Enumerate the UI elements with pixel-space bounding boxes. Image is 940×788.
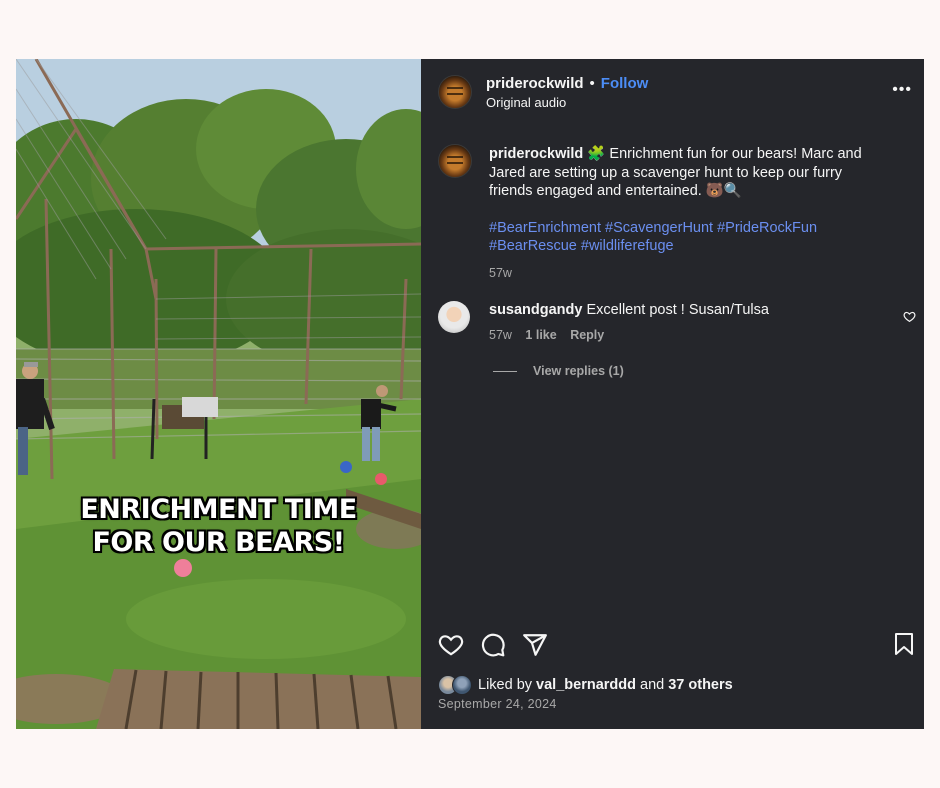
- caption-body: priderockwild 🧩 Enrichment fun for our b…: [489, 145, 884, 201]
- post-date[interactable]: September 24, 2024: [438, 697, 557, 711]
- reply-button[interactable]: Reply: [570, 328, 604, 342]
- view-replies-button[interactable]: View replies (1): [493, 364, 624, 378]
- caption-timestamp: 57w: [489, 265, 512, 280]
- comment-timestamp: 57w: [489, 328, 512, 342]
- follow-button[interactable]: Follow: [601, 75, 649, 92]
- bookmark-icon[interactable]: [893, 632, 915, 656]
- comment-meta: 57w 1 like Reply: [489, 328, 889, 342]
- post-header: priderockwild • Follow: [486, 75, 648, 92]
- comment-text: Excellent post ! Susan/Tulsa: [586, 302, 769, 318]
- likes-summary: Liked by val_bernarddd and 37 others: [438, 675, 733, 695]
- audio-link[interactable]: Original audio: [486, 95, 566, 110]
- commenter-avatar[interactable]: [438, 301, 470, 333]
- heart-icon[interactable]: [438, 632, 464, 658]
- comment-icon[interactable]: [480, 632, 506, 658]
- comment-likes[interactable]: 1 like: [525, 328, 556, 342]
- replies-divider-line: [493, 370, 517, 372]
- liker-avatar[interactable]: [452, 675, 472, 695]
- liked-by-user[interactable]: val_bernarddd: [536, 677, 636, 693]
- view-replies-label[interactable]: View replies (1): [533, 364, 624, 378]
- caption-username[interactable]: priderockwild: [489, 146, 583, 162]
- caption-author-avatar[interactable]: [438, 144, 472, 178]
- comment-body: susandgandy Excellent post ! Susan/Tulsa: [489, 302, 889, 318]
- more-options-icon[interactable]: •••: [892, 81, 912, 99]
- post-video[interactable]: ENRICHMENT TIME FOR OUR BEARS!: [16, 59, 421, 729]
- share-icon[interactable]: [522, 632, 548, 658]
- comment-item: susandgandy Excellent post ! Susan/Tulsa…: [489, 302, 889, 342]
- author-avatar[interactable]: [438, 75, 472, 109]
- video-overlay-caption: ENRICHMENT TIME FOR OUR BEARS!: [16, 493, 421, 559]
- liked-by-prefix: Liked by: [478, 677, 533, 693]
- author-username[interactable]: priderockwild: [486, 75, 584, 92]
- comment-like-heart-icon[interactable]: [903, 310, 916, 323]
- liked-by-and: and: [640, 677, 665, 693]
- action-bar: [438, 632, 548, 658]
- caption-hashtags[interactable]: #BearEnrichment #ScavengerHunt #PrideRoc…: [489, 219, 884, 256]
- post-side-panel: priderockwild • Follow Original audio ••• …: [421, 59, 924, 729]
- overlay-line-1: ENRICHMENT TIME: [80, 494, 357, 525]
- comment-username[interactable]: susandgandy: [489, 302, 582, 318]
- video-frame-illustration: [16, 59, 421, 729]
- instagram-post: ENRICHMENT TIME FOR OUR BEARS! priderock…: [16, 59, 924, 729]
- caption-emoji: 🧩: [587, 146, 606, 162]
- liker-avatars: [438, 675, 474, 695]
- post-caption: priderockwild 🧩 Enrichment fun for our b…: [489, 145, 884, 282]
- liked-by-others[interactable]: 37 others: [668, 677, 732, 693]
- overlay-line-2: FOR OUR BEARS!: [92, 527, 345, 558]
- separator-dot: •: [589, 75, 595, 92]
